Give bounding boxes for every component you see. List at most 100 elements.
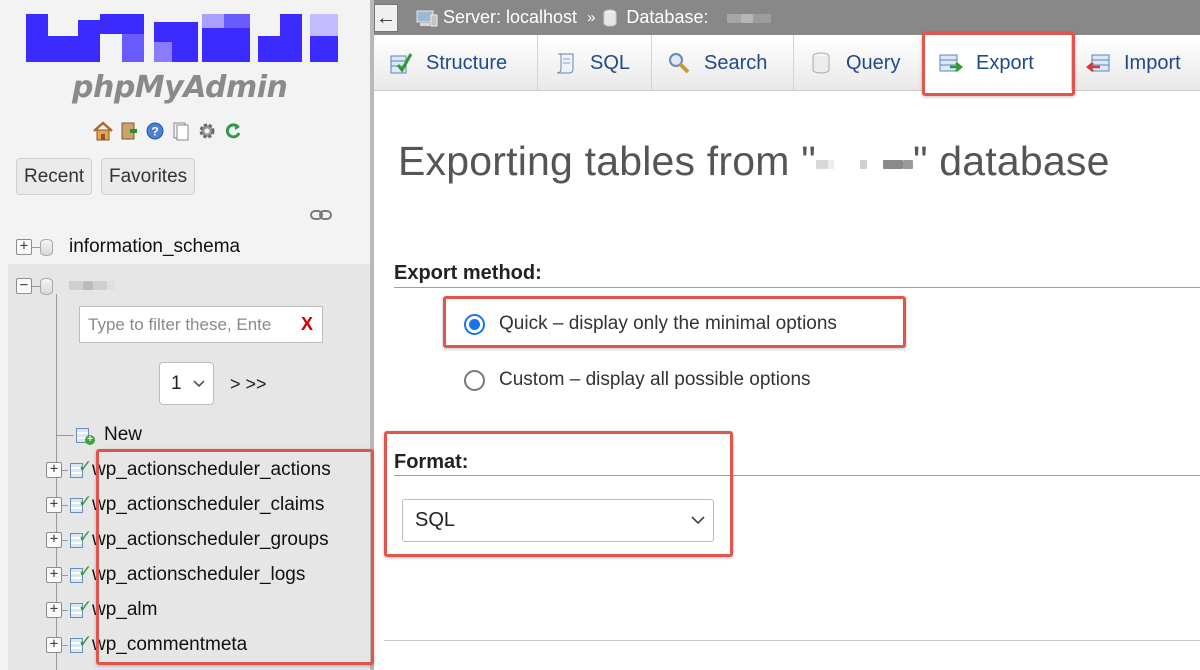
expand-icon[interactable]: + [46,602,62,618]
radio-quick-label[interactable]: Quick – display only the minimal options [499,313,837,335]
expand-icon[interactable]: + [46,462,62,478]
table-name[interactable]: wp_commentmeta [92,634,247,656]
nav-icon-bar: ? [92,120,244,142]
query-icon [808,50,834,76]
export-method-label: Export method: [394,262,542,284]
db-row-information-schema[interactable]: + information_schema [16,236,240,258]
expand-icon[interactable]: + [46,497,62,513]
table-name[interactable]: wp_actionscheduler_actions [92,459,331,481]
export-method-divider [394,287,1200,288]
db-name-redacted[interactable] [69,275,115,297]
tab-bar: Structure SQL Search Query Export Import [374,35,1200,91]
expand-icon[interactable]: + [16,239,32,255]
database-icon [40,277,53,295]
settings-icon[interactable] [196,120,218,142]
tab-search-label: Search [704,51,768,74]
navigation-panel: phpMyAdmin ? Recent Favorites + informat… [0,0,372,670]
home-icon[interactable] [92,120,114,142]
format-divider [394,475,1200,476]
page-select[interactable]: 1 [159,362,214,405]
tab-import-label: Import [1124,51,1181,74]
logout-icon[interactable] [118,120,140,142]
favorites-button[interactable]: Favorites [101,158,196,195]
link-icon[interactable] [310,209,332,224]
table-name[interactable]: wp_actionscheduler_claims [92,494,324,516]
expand-icon[interactable]: + [46,532,62,548]
db-row-current[interactable]: − [16,275,115,297]
table-row[interactable]: + ✓ wp_alm [46,597,157,621]
tab-structure[interactable]: Structure [374,35,538,91]
table-icon: ✓ [70,562,92,584]
new-table-row[interactable]: + New [56,424,142,446]
clear-filter-icon[interactable]: X [301,307,313,342]
tab-export[interactable]: Export [924,35,1072,91]
tab-query[interactable]: Query [794,35,924,91]
tab-sql[interactable]: SQL [538,35,652,91]
new-label[interactable]: New [104,424,142,446]
tab-sql-label: SQL [590,51,631,74]
page-title: Exporting tables from " " database [398,138,1110,185]
expand-icon[interactable]: + [46,637,62,653]
table-row[interactable]: + ✓ wp_actionscheduler_groups [46,527,329,551]
table-icon: ✓ [70,527,92,549]
help-icon[interactable]: ? [144,120,166,142]
database-icon [40,238,53,256]
breadcrumb-separator: » [587,9,596,26]
reload-icon[interactable] [222,120,244,142]
database-label[interactable]: Database: [626,7,708,28]
server-icon [416,9,438,27]
breadcrumb-server[interactable]: Server: localhost [416,7,577,28]
logo-image[interactable] [26,14,338,62]
chevron-down-icon [193,363,205,420]
table-icon: ✓ [70,457,92,479]
radio-custom[interactable] [464,369,485,391]
nav-resize-handle[interactable] [370,0,374,670]
radio-quick[interactable] [464,313,485,335]
table-icon: ✓ [70,597,92,619]
database-name-redacted [815,138,913,184]
table-row[interactable]: + ✓ wp_commentmeta [46,632,247,656]
table-name[interactable]: wp_actionscheduler_logs [92,564,305,586]
docs-icon[interactable] [170,120,192,142]
chevron-down-icon [691,500,705,557]
table-row[interactable]: + ✓ wp_actionscheduler_claims [46,492,324,516]
tab-structure-label: Structure [426,51,508,74]
server-label[interactable]: Server: localhost [443,7,577,28]
table-row[interactable]: + ✓ wp_actionscheduler_actions [46,457,331,481]
database-name-redacted [727,7,772,28]
recent-button[interactable]: Recent [16,158,93,195]
expand-icon[interactable]: + [46,567,62,583]
table-row[interactable]: + ✓ wp_actionscheduler_logs [46,562,305,586]
table-filter-input[interactable]: Type to filter these, Ente X [79,306,323,343]
breadcrumb-bar: ← Server: localhost » Database: [374,0,1200,35]
collapse-icon[interactable]: − [16,278,32,294]
svg-text:?: ? [151,125,158,139]
import-icon [1086,50,1112,76]
filter-placeholder: Type to filter these, Ente [88,315,272,334]
table-icon: ✓ [70,632,92,654]
breadcrumb-database[interactable]: Database: [603,7,772,28]
structure-icon [388,50,414,76]
page-select-value: 1 [171,373,182,394]
search-icon [666,50,692,76]
export-method-quick[interactable]: Quick – display only the minimal options [464,313,837,335]
page-next-link[interactable]: > >> [230,374,267,395]
new-table-icon: + [76,426,96,445]
database-icon [603,9,619,27]
tab-import[interactable]: Import [1072,35,1200,91]
tab-export-label: Export [976,51,1034,74]
page-title-prefix: Exporting tables from " [398,138,816,184]
table-icon: ✓ [70,492,92,514]
table-name[interactable]: wp_alm [92,599,157,621]
tab-query-label: Query [846,51,901,74]
format-select[interactable]: SQL [402,499,714,542]
radio-custom-label[interactable]: Custom – display all possible options [499,369,811,391]
db-name[interactable]: information_schema [69,236,240,258]
tab-search[interactable]: Search [652,35,794,91]
logo-text: phpMyAdmin [72,70,288,105]
format-select-value: SQL [415,509,456,531]
format-label: Format: [394,451,469,473]
back-arrow-icon[interactable]: ← [374,3,398,32]
export-method-custom[interactable]: Custom – display all possible options [464,369,811,391]
table-name[interactable]: wp_actionscheduler_groups [92,529,329,551]
